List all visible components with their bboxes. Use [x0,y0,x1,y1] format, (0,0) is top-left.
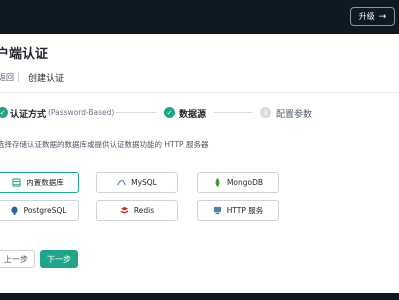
prev-step-button[interactable]: 上一步 [0,250,35,268]
header-divider [0,92,399,93]
page-title: 户端认证 [0,47,49,62]
step-1-label: 认证方式 [10,110,47,120]
built-in-database-icon [12,178,21,187]
step-2-check-icon: ✓ [164,107,175,118]
breadcrumb-divider [18,72,19,82]
mysql-icon [117,178,126,187]
datasource-option-label: Redis [133,206,155,215]
datasource-option-built-in[interactable]: 内置数据库 [0,172,79,193]
step-3-number: 3 [260,107,271,118]
bottom-bar [0,293,399,300]
datasource-option-postgresql[interactable]: PostgreSQL [0,200,79,221]
datasource-option-http[interactable]: HTTP 服务 [197,200,279,221]
upgrade-label: 升级 [358,12,375,21]
http-server-icon [213,206,222,215]
datasource-description: 选择存储认证数据的数据库或提供认证数据功能的 HTTP 服务器 [0,140,209,149]
redis-icon [120,206,129,215]
step-1-check-icon: ✓ [0,107,8,118]
step-2-label: 数据源 [179,110,207,120]
datasource-option-label: HTTP 服务 [226,206,264,215]
top-bar: 升级 → [0,0,399,34]
arrow-right-icon: → [378,11,387,22]
upgrade-button[interactable]: 升级 → [350,7,395,26]
mongodb-icon [213,178,222,187]
datasource-option-redis[interactable]: Redis [96,200,178,221]
step-connector-2 [214,112,252,113]
datasource-option-mysql[interactable]: MySQL [96,172,178,193]
step-connector-1 [116,112,156,113]
datasource-option-label: MySQL [131,178,157,187]
datasource-option-label: PostgreSQL [23,206,67,215]
next-step-button[interactable]: 下一步 [40,250,78,268]
breadcrumb-current: 创建认证 [28,74,65,84]
back-link[interactable]: 返回 [0,72,14,83]
datasource-option-mongodb[interactable]: MongoDB [197,172,279,193]
datasource-option-label: MongoDB [226,178,264,187]
step-1-sublabel: (Password-Based) [48,108,115,117]
postgresql-icon [10,206,19,215]
datasource-option-label: 内置数据库 [26,178,64,187]
step-3-label: 配置参数 [276,110,313,120]
